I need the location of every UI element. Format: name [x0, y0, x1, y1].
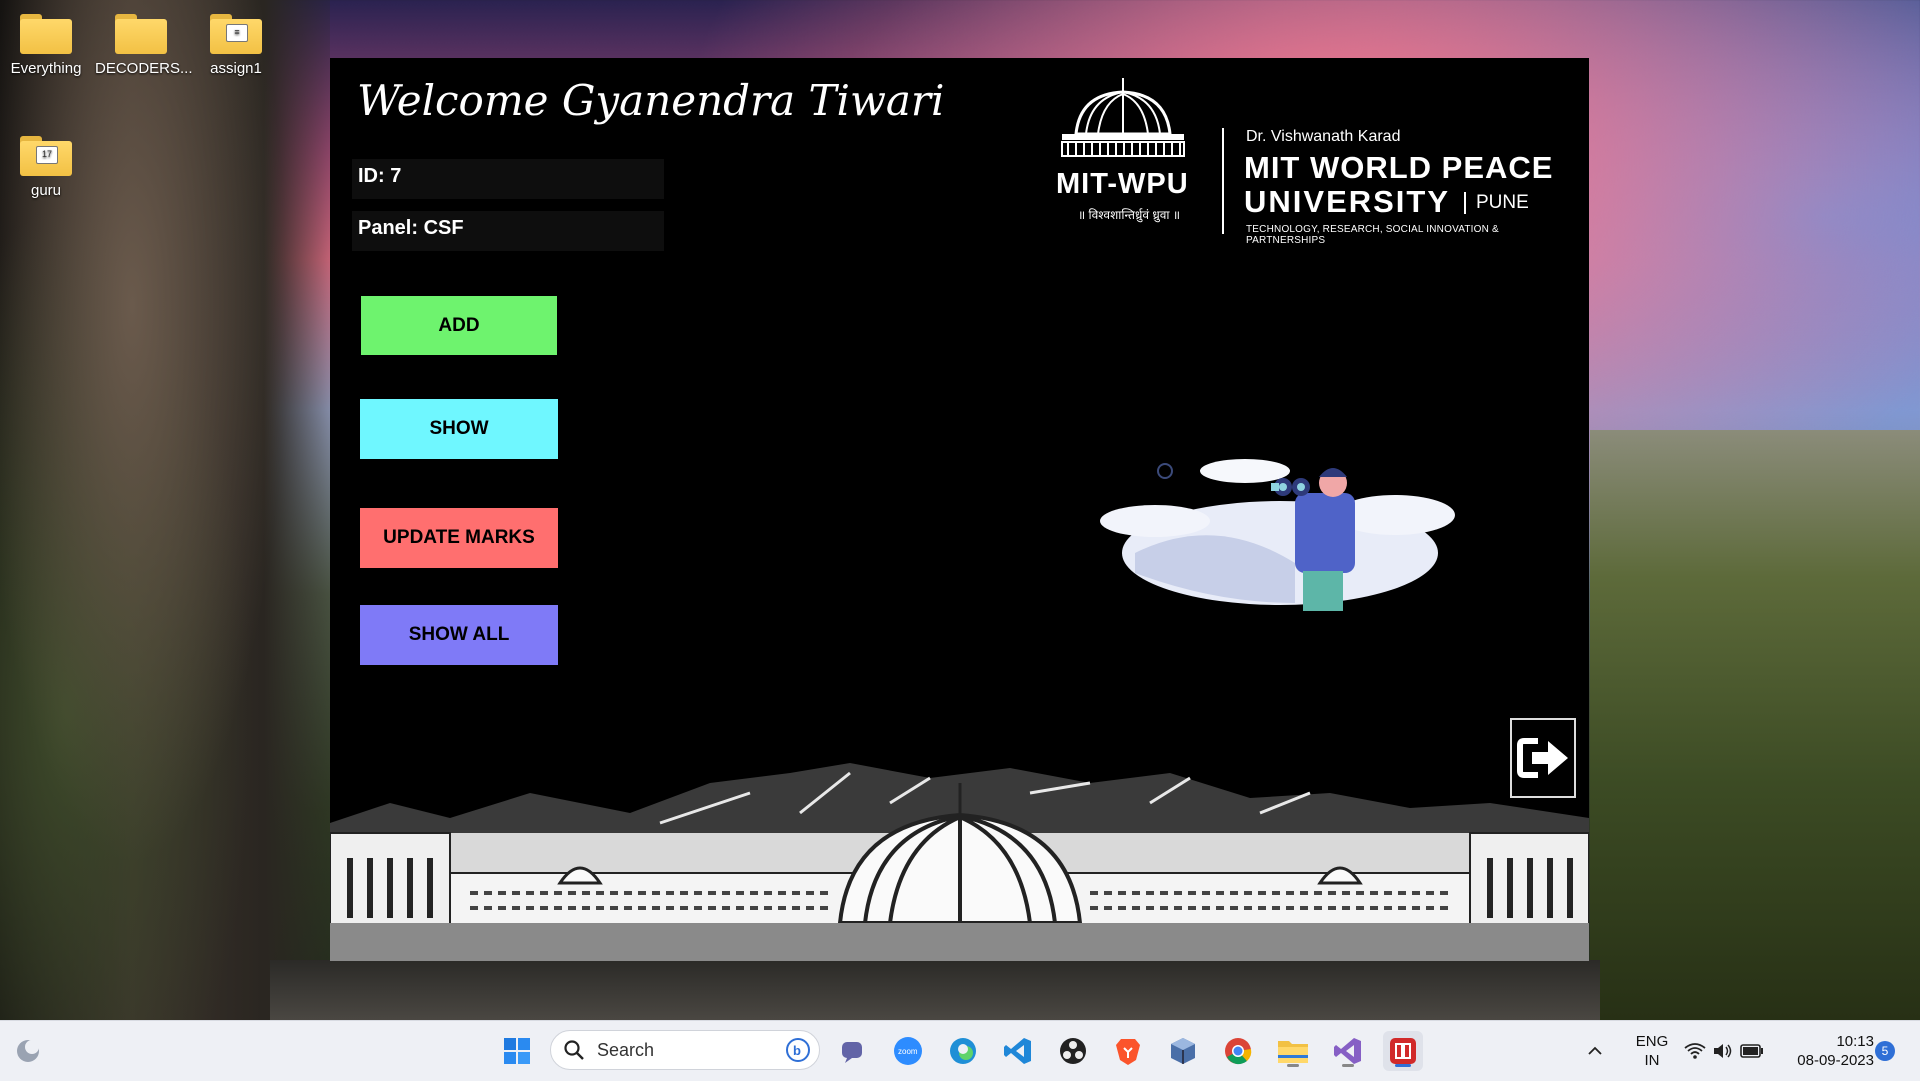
desktop-icon-everything[interactable]: Everything: [0, 0, 92, 77]
region-code: IN: [1644, 1052, 1660, 1069]
show-all-button[interactable]: SHOW ALL: [360, 605, 558, 665]
id-field: ID: 7: [352, 159, 664, 199]
show-button[interactable]: SHOW: [360, 399, 558, 459]
app-window: Welcome Gyanendra Tiwari ID: 7 Panel: CS…: [330, 58, 1589, 961]
start-button[interactable]: [497, 1031, 537, 1071]
taskbar-search[interactable]: Search b: [550, 1030, 820, 1070]
desktop-icon-decoders[interactable]: DECODERS...: [95, 0, 193, 77]
desktop-icon-guru[interactable]: 17 guru: [0, 122, 92, 199]
app-book-icon: [1390, 1038, 1416, 1064]
obs-icon: [1060, 1038, 1086, 1064]
folder-icon: [115, 14, 167, 54]
folder-icon: ≡: [210, 14, 262, 54]
vscode-icon: [1004, 1038, 1031, 1064]
chat-icon: [842, 1042, 862, 1063]
windows-logo-icon: [504, 1038, 530, 1064]
binoculars-illustration: [1100, 459, 1455, 611]
search-placeholder: Search: [597, 1039, 655, 1060]
svg-text:b: b: [793, 1043, 801, 1058]
active-app-button[interactable]: [1383, 1031, 1423, 1071]
bing-icon[interactable]: b: [785, 1037, 811, 1063]
wallpaper-hills: [1590, 430, 1920, 1020]
notification-badge[interactable]: 5: [1875, 1041, 1895, 1061]
chevron-up-icon: [1588, 1046, 1602, 1055]
show-hidden-icons-button[interactable]: [1582, 1031, 1608, 1071]
weather-icon: [17, 1040, 39, 1062]
zoom-icon: zoom: [894, 1037, 922, 1065]
search-icon: [564, 1040, 584, 1060]
wifi-icon: [1684, 1043, 1706, 1059]
taskbar: Search b zoom ENG IN 10:13 08-09-2023 5: [0, 1020, 1920, 1081]
desktop-icon-label: Everything: [10, 60, 82, 77]
logo-tagline: TECHNOLOGY, RESEARCH, SOCIAL INNOVATION …: [1246, 224, 1499, 246]
campus-banner: [330, 763, 1589, 961]
panel-field: Panel: CSF: [352, 211, 664, 251]
logo-short-name: MIT-WPU: [1056, 168, 1189, 200]
logo-city: PUNE: [1464, 192, 1529, 214]
dome-emblem-icon: [1061, 78, 1185, 157]
running-indicator: [1342, 1064, 1354, 1067]
welcome-heading: Welcome Gyanendra Tiwari: [357, 76, 945, 125]
chrome-button[interactable]: [1218, 1031, 1258, 1071]
logo-name-line2: UNIVERSITY: [1244, 184, 1451, 219]
running-indicator: [1287, 1064, 1299, 1067]
running-indicator: [1395, 1064, 1411, 1067]
virtualbox-button[interactable]: [1163, 1031, 1203, 1071]
language-indicator[interactable]: ENG IN: [1628, 1032, 1676, 1070]
logo-name-line1: MIT WORLD PEACE: [1244, 150, 1554, 185]
edge-button[interactable]: [943, 1031, 983, 1071]
file-explorer-button[interactable]: [1273, 1031, 1313, 1071]
edge-icon: [950, 1038, 976, 1064]
clock-time: 10:13: [1836, 1033, 1874, 1050]
language-code: ENG: [1635, 1033, 1669, 1050]
desktop-icon-label: assign1: [210, 60, 262, 77]
logo-motto: ॥ विश्वशान्तिर्ध्रुवं ध्रुवा ॥: [1078, 208, 1181, 222]
desktop-icon-assign1[interactable]: ≡ assign1: [190, 0, 282, 77]
wallpaper-ground: [270, 960, 1600, 1020]
svg-text:zoom: zoom: [898, 1047, 918, 1056]
update-marks-button[interactable]: UPDATE MARKS: [360, 508, 558, 568]
visual-studio-icon: [1334, 1038, 1361, 1064]
brave-lion-icon: [1116, 1039, 1140, 1065]
network-volume-battery-button[interactable]: [1682, 1031, 1766, 1071]
desktop-icon-label: DECODERS...: [95, 60, 193, 77]
vscode-button[interactable]: [998, 1031, 1038, 1071]
teams-chat-button[interactable]: [833, 1031, 873, 1071]
chrome-icon: [1225, 1038, 1252, 1065]
brave-button[interactable]: [1108, 1031, 1148, 1071]
zoom-button[interactable]: zoom: [888, 1031, 928, 1071]
widgets-button[interactable]: [8, 1031, 48, 1071]
desktop-icon-label: guru: [30, 182, 62, 199]
battery-icon: [1740, 1044, 1763, 1058]
logo-founder: Dr. Vishwanath Karad: [1246, 128, 1401, 145]
volume-icon: [1714, 1044, 1732, 1058]
folder-icon: 17: [20, 136, 72, 176]
clock[interactable]: 10:13 08-09-2023: [1782, 1032, 1874, 1070]
add-button[interactable]: ADD: [361, 296, 557, 355]
cube-icon: [1171, 1038, 1195, 1064]
clock-date: 08-09-2023: [1797, 1052, 1874, 1069]
obs-button[interactable]: [1053, 1031, 1093, 1071]
folder-icon: [1278, 1041, 1308, 1063]
university-logo: MIT-WPU ॥ विश्वशान्तिर्ध्रुवं ध्रुवा ॥ D…: [1052, 76, 1572, 246]
folder-icon: [20, 14, 72, 54]
visual-studio-button[interactable]: [1328, 1031, 1368, 1071]
logo-divider: [1222, 128, 1224, 234]
